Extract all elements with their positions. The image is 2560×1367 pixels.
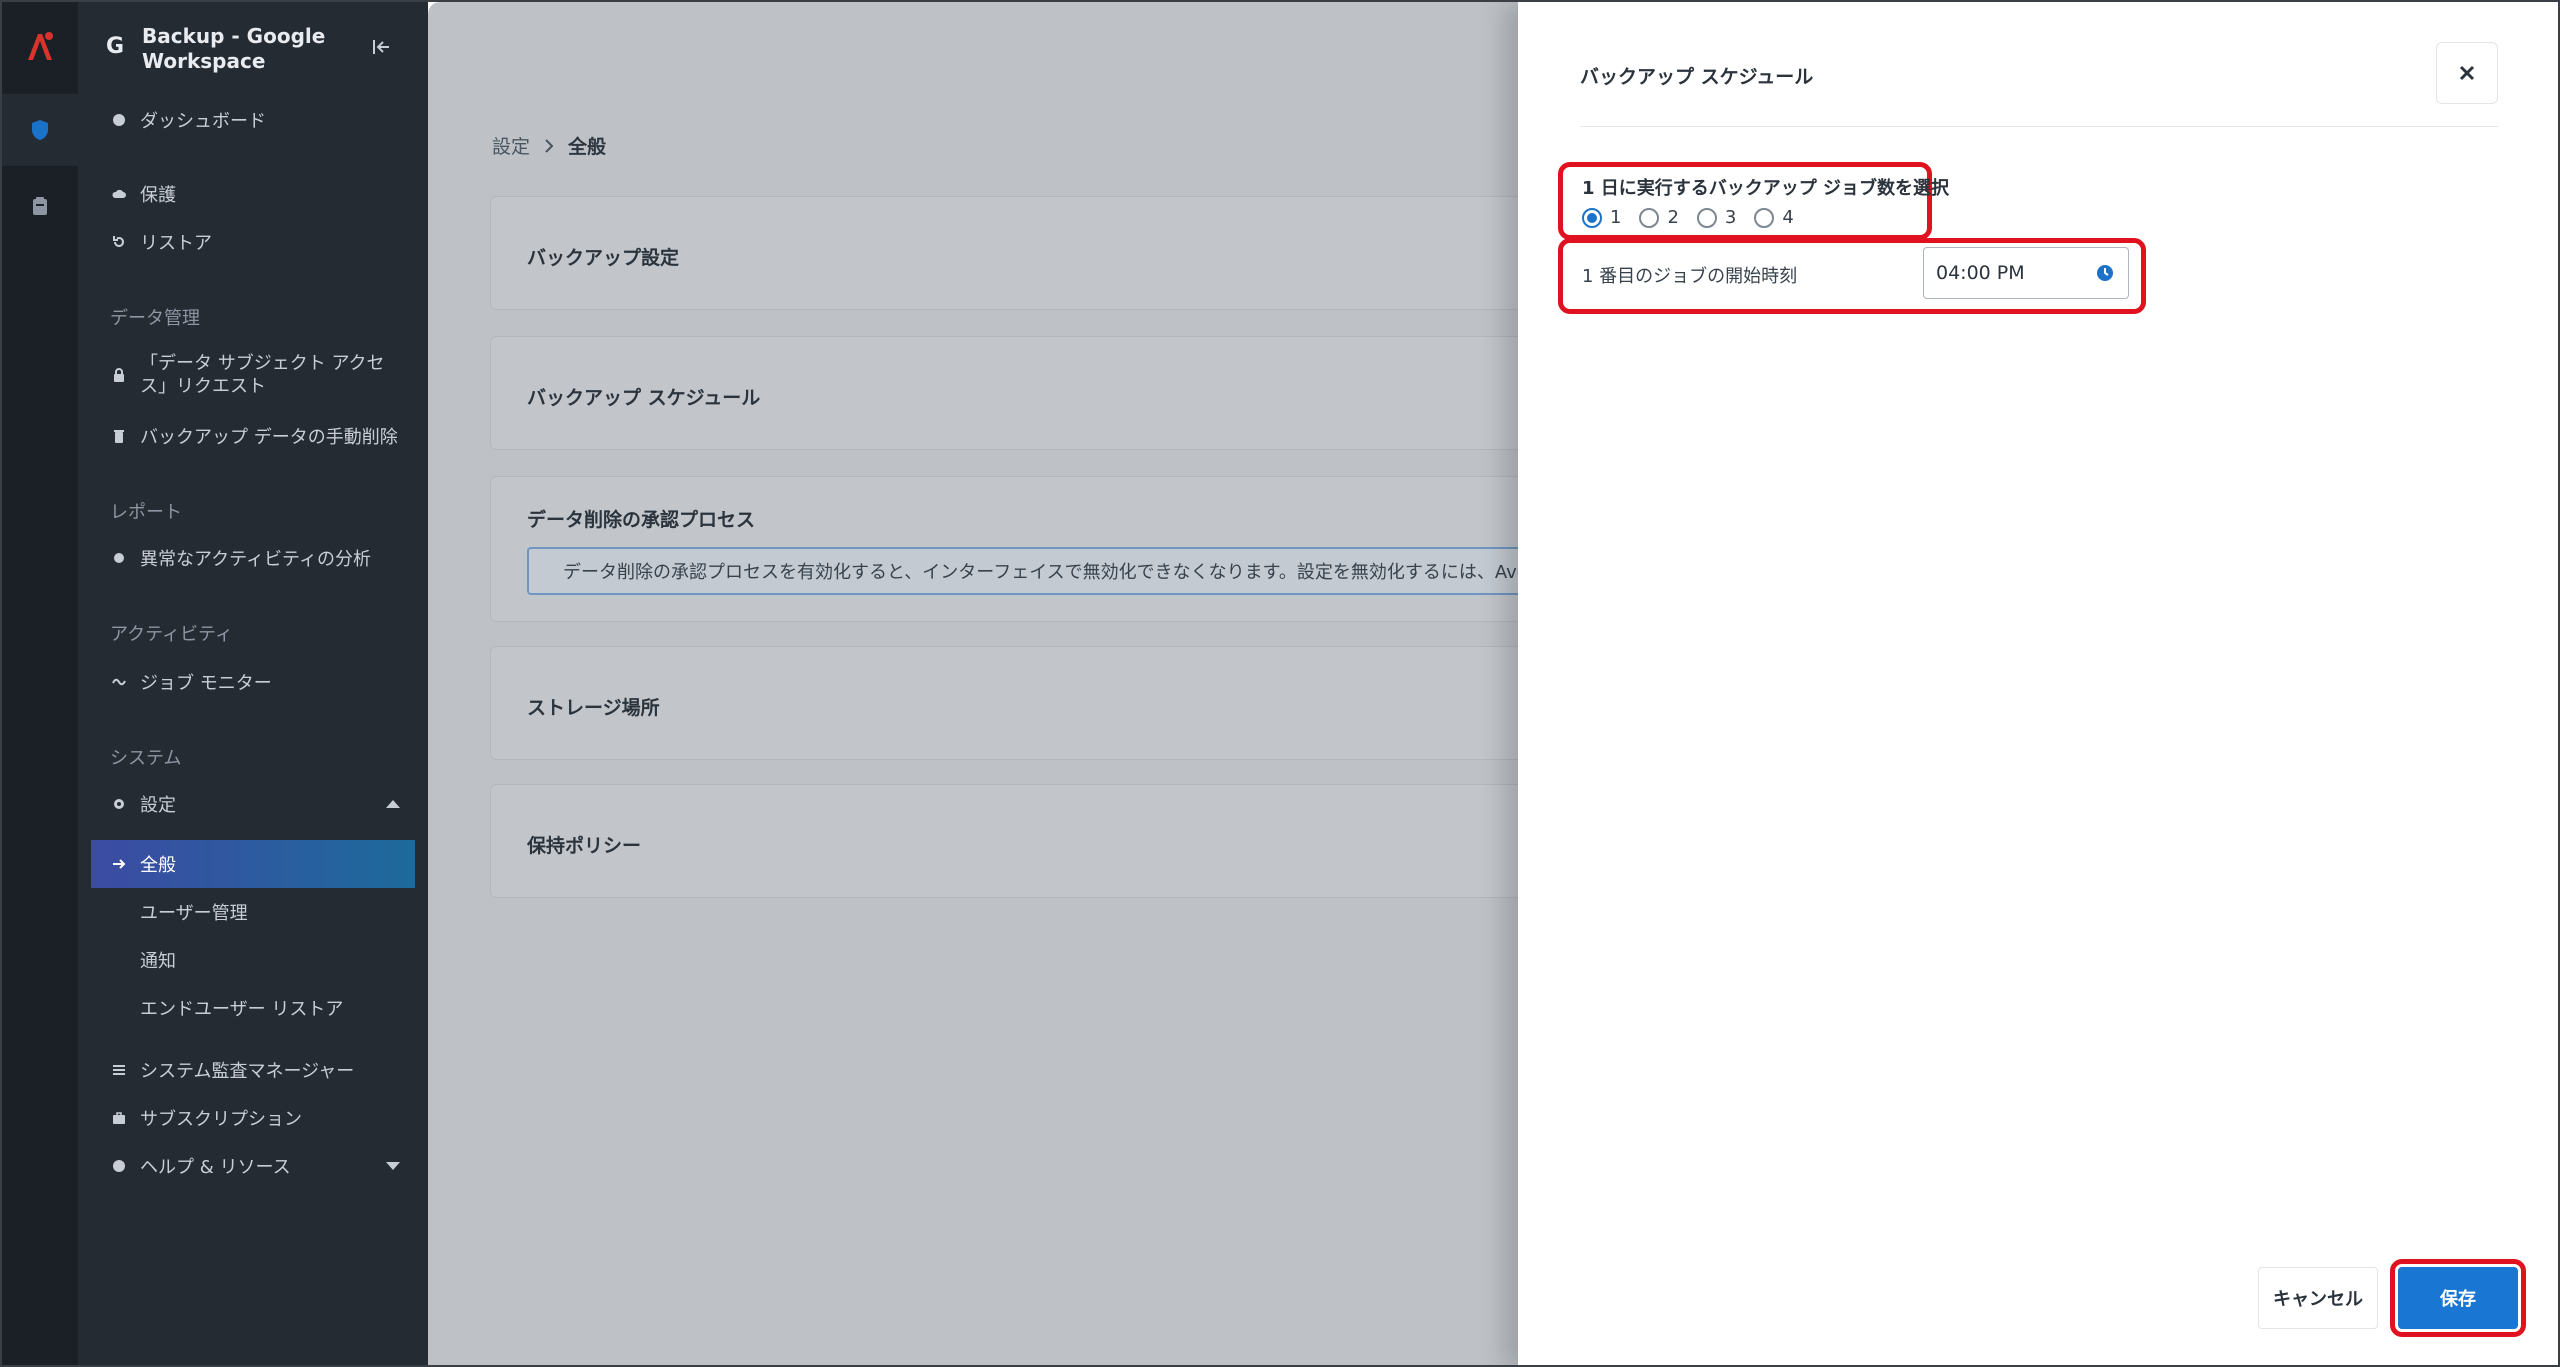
cancel-button[interactable]: キャンセル	[2258, 1267, 2378, 1329]
rail-protection[interactable]	[2, 94, 78, 166]
restore-icon	[113, 236, 124, 247]
avepoint-logo	[28, 32, 53, 60]
collapse-sidebar-icon[interactable]	[370, 36, 392, 58]
approval-info-banner: データ削除の承認プロセスを有効化すると、インターフェイスで無効化できなくなります…	[527, 547, 1518, 595]
sidebar-item-user-management[interactable]: ユーザー管理	[78, 894, 428, 930]
section-system: システム	[110, 748, 182, 769]
breadcrumb: 設定 全般	[492, 132, 606, 159]
briefcase-icon	[113, 1112, 125, 1124]
sidebar-item-help[interactable]: ヘルプ & リソース	[78, 1148, 428, 1184]
sidebar-item-general[interactable]: 全般	[91, 840, 415, 888]
sidebar-header: G Backup - Google Workspace	[106, 24, 406, 76]
sidebar-item-dsar[interactable]: 「データ サブジェクト アクセス」リクエスト	[78, 350, 428, 400]
cloud-icon	[112, 189, 126, 198]
radio-button-4[interactable]	[1754, 207, 1775, 228]
radio-button-3[interactable]	[1696, 207, 1717, 228]
chevron-up-icon	[386, 800, 400, 808]
card-storage-location[interactable]: ストレージ場所	[490, 646, 1518, 760]
clipboard-icon	[33, 197, 47, 215]
lock-icon	[114, 368, 124, 382]
start-time-label: 1 番目のジョブの開始時刻	[1582, 266, 1798, 287]
help-icon	[113, 1160, 125, 1172]
sidebar-item-notifications[interactable]: 通知	[78, 942, 428, 978]
radio-option-4[interactable]: 4	[1754, 207, 1794, 228]
sidebar-item-dashboard[interactable]: ダッシュボード	[78, 102, 428, 138]
radio-option-1[interactable]: 1	[1582, 207, 1621, 228]
dashboard-icon	[113, 114, 125, 126]
shield-icon	[32, 120, 48, 140]
save-button[interactable]: 保存	[2398, 1267, 2518, 1329]
arrow-right-icon	[113, 859, 126, 869]
section-data-management: データ管理	[110, 308, 200, 329]
icon-rail	[2, 2, 78, 1365]
sidebar-item-restore[interactable]: リストア	[78, 224, 428, 260]
sidebar: G Backup - Google Workspace ダッシュボード 保護 リ…	[78, 2, 428, 1365]
panel-divider	[1580, 126, 2498, 127]
list-icon	[113, 1065, 125, 1075]
sidebar-item-manual-delete[interactable]: バックアップ データの手動削除	[78, 418, 428, 454]
radio-button-1[interactable]	[1582, 207, 1602, 228]
card-backup-schedule[interactable]: バックアップ スケジュール	[490, 336, 1518, 450]
card-approval-process[interactable]: データ削除の承認プロセス データ削除の承認プロセスを有効化すると、インターフェイ…	[490, 476, 1518, 622]
chevron-down-icon	[386, 1162, 400, 1170]
breadcrumb-current: 全般	[568, 136, 607, 158]
clock-icon[interactable]	[2096, 264, 2114, 282]
section-activity: アクティビティ	[110, 624, 233, 645]
close-button[interactable]	[2436, 42, 2498, 104]
pulse-icon	[112, 678, 126, 686]
start-time-input[interactable]: 04:00 PM	[1923, 247, 2129, 299]
app-title: Backup - Google Workspace	[142, 24, 326, 73]
trash-icon	[114, 430, 124, 443]
radio-option-3[interactable]: 3	[1696, 207, 1736, 228]
job-count-label: 1 日に実行するバックアップ ジョブ数を選択	[1582, 178, 1950, 199]
rail-storage[interactable]	[2, 170, 78, 242]
job-count-radio-group: 1 2 3 4	[1582, 207, 1794, 228]
sidebar-item-protect[interactable]: 保護	[78, 176, 428, 212]
radio-button-2[interactable]	[1639, 207, 1660, 228]
app-window: G Backup - Google Workspace ダッシュボード 保護 リ…	[0, 0, 2560, 1367]
sidebar-item-enduser-restore[interactable]: エンドユーザー リストア	[78, 990, 428, 1026]
breadcrumb-settings[interactable]: 設定	[492, 132, 530, 159]
sidebar-item-job-monitor[interactable]: ジョブ モニター	[78, 664, 428, 700]
sidebar-item-audit-manager[interactable]: システム監査マネージャー	[78, 1052, 428, 1088]
panel-title: バックアップ スケジュール	[1580, 66, 1814, 88]
google-icon: G	[106, 34, 125, 59]
sidebar-item-subscription[interactable]: サブスクリプション	[78, 1100, 428, 1136]
radio-option-2[interactable]: 2	[1639, 207, 1679, 228]
anomaly-icon	[114, 553, 124, 563]
section-report: レポート	[110, 502, 182, 523]
close-icon	[2459, 65, 2475, 81]
card-backup-settings[interactable]: バックアップ設定	[490, 196, 1518, 310]
sidebar-item-settings[interactable]: 設定	[78, 786, 428, 822]
chevron-right-icon	[545, 138, 554, 153]
card-retention-policy[interactable]: 保持ポリシー	[490, 784, 1518, 898]
main-content: 設定 全般 バックアップ設定 バックアップ スケジュール データ削除の承認プロセ…	[428, 2, 1518, 1365]
sidebar-item-anomaly[interactable]: 異常なアクティビティの分析	[78, 540, 428, 576]
gear-icon	[114, 799, 124, 809]
backup-schedule-panel: バックアップ スケジュール 1 日に実行するバックアップ ジョブ数を選択 1 2…	[1518, 2, 2558, 1365]
